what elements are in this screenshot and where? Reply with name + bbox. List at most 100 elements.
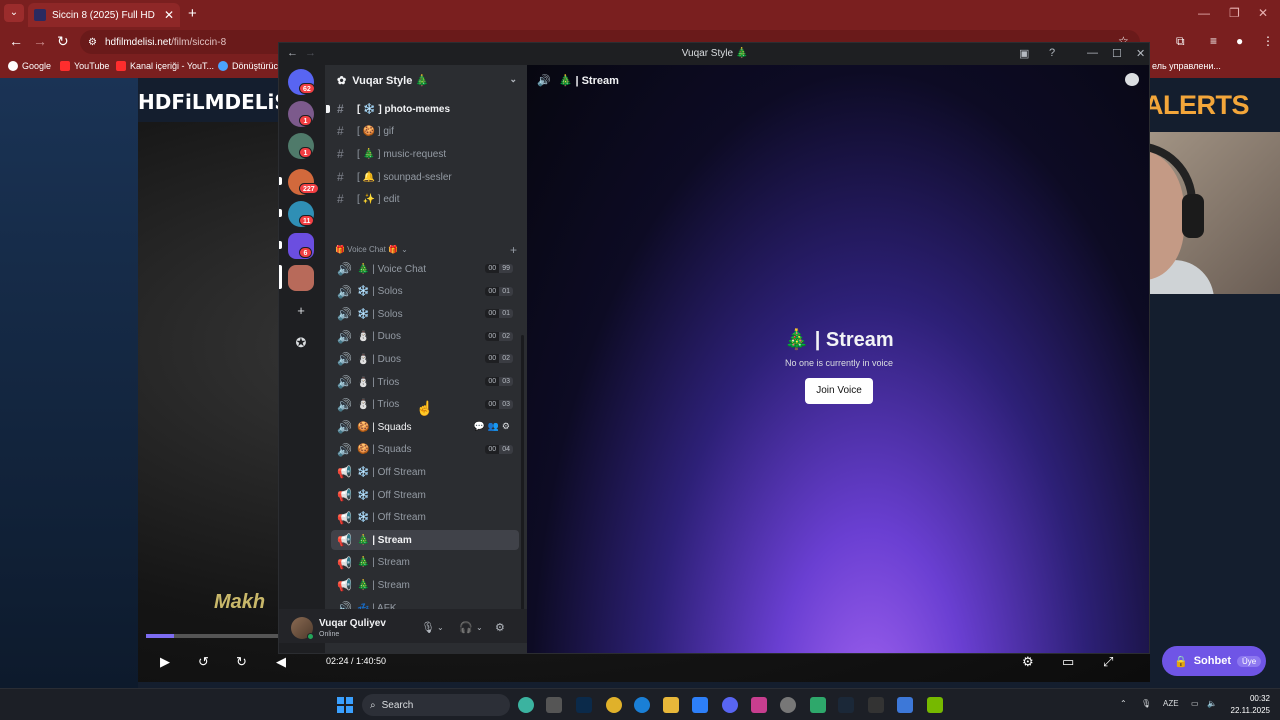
site-background: [0, 78, 138, 688]
gear-icon[interactable]: ⚙: [495, 621, 505, 634]
back-icon[interactable]: ←: [9, 33, 23, 49]
voice-channel[interactable]: 📢 ❄️ | Off Stream: [331, 508, 519, 528]
explore-icon[interactable]: ✪: [292, 334, 310, 352]
site-info-icon[interactable]: ⚙: [88, 37, 97, 48]
app-icon[interactable]: [692, 697, 708, 713]
clock[interactable]: 00:32 22.11.2025: [1228, 693, 1270, 717]
camera-icon[interactable]: [546, 697, 562, 713]
bookmark-label: ель управлени...: [1152, 61, 1221, 71]
new-tab-icon[interactable]: +: [188, 5, 197, 22]
text-channel-edit[interactable]: # [ ✨ ] edit: [331, 189, 519, 209]
channel-name: 🎄 | Stream: [357, 534, 412, 546]
add-channel-icon[interactable]: +: [510, 243, 517, 257]
voice-channel[interactable]: 📢 🎄 | Stream: [331, 575, 519, 595]
voice-channel[interactable]: 🔊 🍪 | Squads 💬👥⚙: [331, 417, 519, 437]
text-channel-gif[interactable]: # [ 🍪 ] gif: [331, 121, 519, 141]
nvidia-icon[interactable]: [927, 697, 943, 713]
chevron-down-icon[interactable]: ⌄: [437, 623, 444, 632]
bookmark-kanal[interactable]: Kanal içeriği - YouT...: [116, 61, 214, 71]
tab-search-button[interactable]: ⌄: [4, 4, 24, 22]
text-channel-sounpad-sesler[interactable]: # [ 🔔 ] sounpad-sesler: [331, 167, 519, 187]
playlist-icon[interactable]: ≡: [1210, 34, 1217, 48]
text-channel-photo-memes[interactable]: # [ ❄️ ] photo-memes: [326, 99, 519, 119]
voice-channel[interactable]: 🔊 ⛄ | Duos 00 02: [331, 349, 519, 369]
windows-start-icon[interactable]: [337, 697, 353, 713]
whatsapp-icon[interactable]: [810, 697, 826, 713]
close-window-icon[interactable]: ✕: [1258, 6, 1268, 20]
voice-channel[interactable]: 🔊 🎄 | Voice Chat 00 99: [331, 259, 519, 279]
join-voice-button[interactable]: Join Voice: [805, 378, 873, 404]
microphone-icon[interactable]: 🎙: [421, 621, 435, 634]
bookmark-google[interactable]: Google: [8, 61, 51, 71]
photoshop-icon[interactable]: [576, 697, 592, 713]
edge-browser-icon[interactable]: [634, 697, 650, 713]
reload-icon[interactable]: ↻: [57, 33, 69, 50]
menu-icon[interactable]: ⋮: [1262, 34, 1274, 48]
volume-icon[interactable]: 🔈: [1207, 699, 1217, 708]
voice-channel[interactable]: 📢 ❄️ | Off Stream: [331, 485, 519, 505]
voice-channel[interactable]: 🔊 🍪 | Squads 00 04: [331, 440, 519, 460]
help-icon[interactable]: ?: [1049, 47, 1055, 59]
forward-10-icon[interactable]: ↻: [236, 654, 247, 670]
voice-channel[interactable]: 📢 ❄️ | Off Stream: [331, 462, 519, 482]
epic-games-icon[interactable]: [868, 697, 884, 713]
channel-header: 🔊 🎄 | Stream: [527, 65, 1149, 95]
forward-icon[interactable]: →: [33, 33, 47, 49]
add-server-icon[interactable]: +: [292, 302, 310, 320]
text-channel-music-request[interactable]: # [ 🎄 ] music-request: [331, 144, 519, 164]
voice-channel[interactable]: 📢 🎄 | Stream: [331, 553, 519, 573]
chat-button[interactable]: 🔒 Sohbet Üye: [1162, 646, 1266, 676]
chevron-up-icon[interactable]: ⌃: [1120, 699, 1127, 708]
steam-icon[interactable]: [838, 697, 854, 713]
pip-icon[interactable]: ▭: [1062, 654, 1074, 670]
channel-prefix: [: [357, 103, 361, 115]
volume-icon[interactable]: ◀: [276, 654, 286, 670]
inbox-icon[interactable]: ▣: [1019, 47, 1029, 60]
voice-channel[interactable]: 🔊 ❄️ | Solos 00 01: [331, 304, 519, 324]
voice-channel[interactable]: 🔊 ⛄ | Trios 00 03: [331, 372, 519, 392]
store-icon[interactable]: [897, 697, 913, 713]
app-icon[interactable]: [780, 697, 796, 713]
voice-channel[interactable]: 🔊 ❄️ | Solos 00 01: [331, 282, 519, 302]
fullscreen-icon[interactable]: ⤢: [1103, 654, 1113, 670]
edge-icon[interactable]: [518, 697, 534, 713]
maximize-icon[interactable]: ❐: [1229, 6, 1240, 20]
bookmark-panel[interactable]: ель управлени...: [1152, 61, 1221, 71]
discord-icon[interactable]: [722, 697, 738, 713]
category-voice-chat[interactable]: 🎁 Voice Chat 🎁 ⌄ +: [335, 243, 517, 257]
settings-icon[interactable]: ⚙: [1022, 654, 1034, 670]
microphone-icon[interactable]: 🎙: [1141, 699, 1151, 708]
maximize-icon[interactable]: ☐: [1112, 47, 1122, 60]
channel-header-title: 🎄 | Stream: [558, 74, 619, 87]
voice-channel[interactable]: 📢 🎄 | Stream: [331, 530, 519, 551]
rewind-icon[interactable]: ↺: [198, 654, 209, 670]
server-header[interactable]: ✿ Vuqar Style 🎄 ⌄: [325, 65, 527, 95]
site-logo[interactable]: HDFiLMDELiSi: [138, 90, 296, 114]
notification-badge: 62: [299, 83, 315, 94]
chat-bubble-icon[interactable]: [1125, 73, 1139, 86]
channel-action-icons[interactable]: 💬👥⚙: [474, 421, 513, 432]
close-icon[interactable]: ✕: [1136, 47, 1145, 60]
sidebar-scrollbar[interactable]: [521, 335, 524, 625]
bookmark-youtube[interactable]: YouTube: [60, 61, 109, 71]
close-icon[interactable]: ✕: [164, 8, 174, 22]
app-icon[interactable]: [751, 697, 767, 713]
voice-channel[interactable]: 🔊 ⛄ | Duos 00 02: [331, 327, 519, 347]
browser-tab[interactable]: Siccin 8 (2025) Full HD Film izle ✕: [28, 3, 180, 27]
minimize-icon[interactable]: —: [1087, 47, 1098, 59]
file-explorer-icon[interactable]: [663, 697, 679, 713]
profile-icon[interactable]: ●: [1236, 34, 1243, 48]
extensions-icon[interactable]: ⧉: [1176, 34, 1185, 49]
chevron-down-icon[interactable]: ⌄: [476, 623, 483, 632]
chrome-icon[interactable]: [606, 697, 622, 713]
language-indicator[interactable]: AZE: [1163, 699, 1179, 708]
minimize-icon[interactable]: —: [1198, 6, 1210, 20]
chevron-down-icon: ⌄: [401, 245, 408, 254]
server-icon-vuqar-style[interactable]: [288, 265, 314, 291]
bookmark-converter[interactable]: Dönüştürücü: [218, 61, 283, 71]
network-icon[interactable]: ▭: [1191, 699, 1199, 708]
user-name[interactable]: Vuqar Quliyev: [319, 618, 386, 629]
headphones-icon[interactable]: 🎧: [459, 621, 473, 634]
play-icon[interactable]: ▶: [160, 654, 170, 670]
taskbar-search[interactable]: ⌕ Search: [362, 694, 510, 716]
